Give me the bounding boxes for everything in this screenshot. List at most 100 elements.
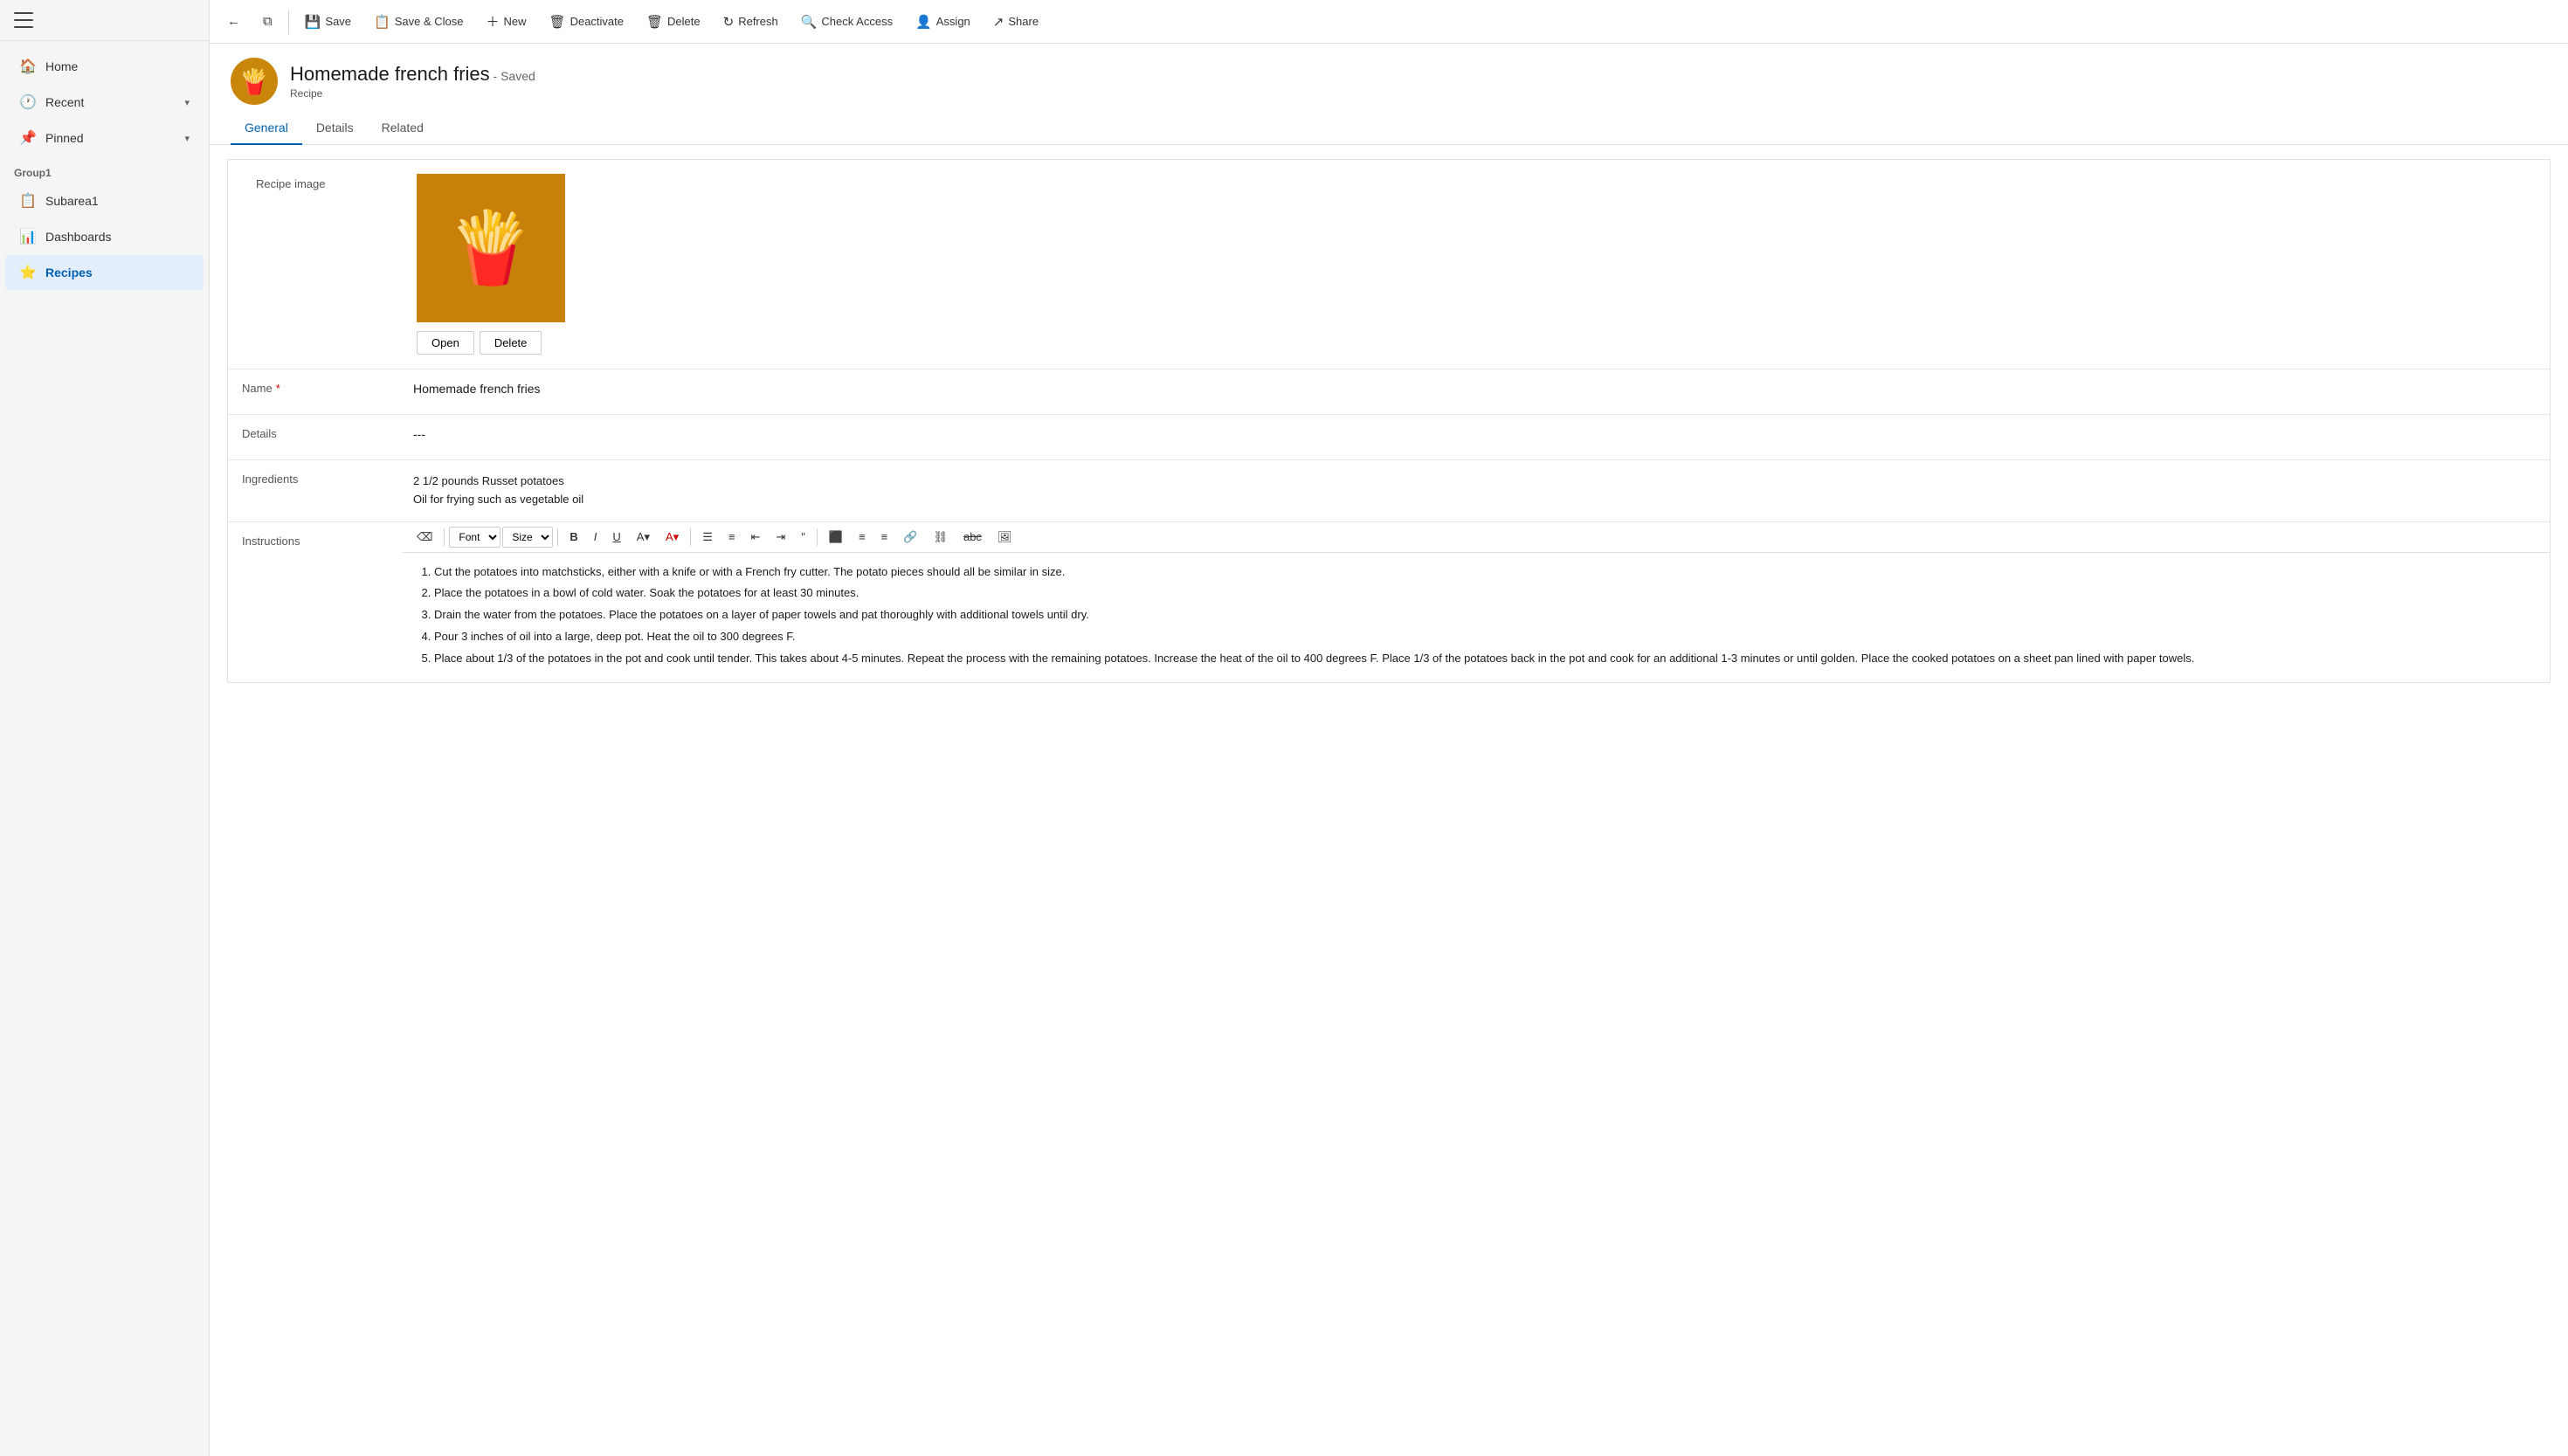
check-access-icon: 🔍 [801,14,818,30]
share-icon: ↗ [993,14,1004,30]
blockquote-button[interactable]: " [794,526,812,548]
align-left-icon: ⬛ [829,530,843,543]
share-button[interactable]: ↗ Share [983,7,1049,37]
link-icon: 🔗 [903,530,917,543]
save-close-label: Save & Close [395,15,464,28]
required-indicator: * [276,382,280,395]
assign-button[interactable]: 👤 Assign [905,7,981,37]
new-button[interactable]: ＋ New [476,5,537,38]
align-left-button[interactable]: ⬛ [822,526,850,549]
share-label: Share [1008,15,1039,28]
record-saved-status: - Saved [494,69,535,83]
sidebar-item-label: Subarea1 [45,194,99,208]
tab-details[interactable]: Details [302,112,368,145]
highlight-icon: A▾ [637,530,650,543]
open-button[interactable]: ⧉ [252,7,283,36]
delete-button[interactable]: 🗑 Delete [636,7,711,37]
dashboard-icon: 📊 [19,228,37,245]
subarea-icon: 📋 [19,192,37,210]
tab-general[interactable]: General [231,112,302,145]
form-section: Recipe image Open Delete Name * Homemade… [227,159,2551,683]
tabs: General Details Related [210,112,2568,145]
toolbar-nav: ← ⧉ [217,7,283,36]
underline-button[interactable]: U [605,526,627,548]
save-label: Save [325,15,351,28]
assign-label: Assign [936,15,970,28]
details-value[interactable]: --- [403,415,2550,453]
open-image-button[interactable]: Open [417,331,474,355]
save-close-button[interactable]: 📋 Save & Close [363,7,473,37]
record-title: Homemade french fries [290,63,490,85]
ingredients-line1: 2 1/2 pounds Russet potatoes [413,473,2539,491]
save-close-icon: 📋 [374,14,390,30]
assign-icon: 👤 [915,14,932,30]
deactivate-label: Deactivate [570,15,624,28]
sidebar-item-home[interactable]: 🏠 Home [5,49,204,84]
open-icon: ⧉ [263,14,273,29]
delete-icon: 🗑 [646,14,663,30]
new-icon: ＋ [487,12,500,31]
text-color-button[interactable]: A▾ [659,526,686,549]
size-select[interactable]: Size [502,527,553,548]
ingredients-value[interactable]: 2 1/2 pounds Russet potatoes Oil for fry… [403,460,2550,521]
sidebar-item-label: Pinned [45,131,84,145]
back-button[interactable]: ← [217,7,251,36]
align-right-button[interactable]: ≡ [874,526,895,548]
sidebar-item-recent[interactable]: 🕐 Recent ▾ [5,85,204,120]
remove-link-button[interactable]: ⛓ [926,526,955,549]
sidebar-nav: 🏠 Home 🕐 Recent ▾ 📌 Pinned ▾ Group1 📋 Su… [0,41,209,298]
record-header: 🍟 Homemade french fries - Saved Recipe [210,44,2568,112]
align-center-button[interactable]: ≡ [852,526,873,548]
decrease-indent-button[interactable]: ⇤ [743,526,767,549]
refresh-button[interactable]: ↻ Refresh [713,7,789,37]
insert-image-button[interactable]: 🖼 [991,526,1019,549]
main-area: ← ⧉ 💾 Save 📋 Save & Close ＋ New 🗑 Deacti… [210,0,2568,1456]
refresh-icon: ↻ [723,14,735,30]
save-button[interactable]: 💾 Save [294,7,362,37]
sidebar-item-recipes[interactable]: ⭐ Recipes [5,255,204,290]
insert-link-button[interactable]: 🔗 [896,526,924,549]
italic-button[interactable]: I [587,526,604,548]
font-select[interactable]: Font [449,527,500,548]
name-row: Name * Homemade french fries [228,369,2550,415]
rte-clear-format-button[interactable]: ⌫ [410,526,439,549]
instruction-2: Place the potatoes in a bowl of cold wat… [434,584,2536,603]
deactivate-button[interactable]: 🗑 Deactivate [539,7,634,37]
instructions-row: Instructions ⌫ Font Size [228,522,2550,682]
record-subtitle: Recipe [290,87,535,100]
hamburger-menu-icon[interactable] [14,12,33,28]
deactivate-icon: 🗑 [549,14,566,30]
bold-button[interactable]: B [563,526,584,548]
image-buttons: Open Delete [417,331,542,355]
sidebar-item-label: Home [45,59,78,73]
check-access-button[interactable]: 🔍 Check Access [790,7,903,37]
bullet-list-button[interactable]: ☰ [695,526,720,549]
delete-image-button[interactable]: Delete [480,331,542,355]
sidebar-item-subarea1[interactable]: 📋 Subarea1 [5,183,204,218]
text-color-icon: A▾ [666,530,679,543]
decrease-indent-icon: ⇤ [750,530,760,543]
align-right-icon: ≡ [881,530,888,543]
toolbar-separator [288,10,289,34]
instructions-content[interactable]: Cut the potatoes into matchsticks, eithe… [403,553,2550,682]
ingredients-row: Ingredients 2 1/2 pounds Russet potatoes… [228,460,2550,522]
chevron-down-icon: ▾ [184,97,190,108]
strikethrough-button[interactable]: abc [956,526,989,548]
sidebar-item-dashboards[interactable]: 📊 Dashboards [5,219,204,254]
instruction-3: Drain the water from the potatoes. Place… [434,606,2536,624]
numbered-list-button[interactable]: ≡ [721,526,742,548]
rte-toolbar: ⌫ Font Size B I U [403,522,2550,553]
numbered-list-icon: ≡ [728,530,735,543]
toolbar: ← ⧉ 💾 Save 📋 Save & Close ＋ New 🗑 Deacti… [210,0,2568,44]
image-label: Recipe image [242,174,417,203]
tab-related[interactable]: Related [368,112,438,145]
pin-icon: 📌 [19,129,37,147]
highlight-button[interactable]: A▾ [630,526,657,549]
name-value[interactable]: Homemade french fries [403,369,2550,408]
increase-indent-icon: ⇥ [776,530,785,543]
instruction-4: Pour 3 inches of oil into a large, deep … [434,628,2536,646]
increase-indent-button[interactable]: ⇥ [769,526,792,549]
recent-icon: 🕐 [19,93,37,111]
sidebar-item-pinned[interactable]: 📌 Pinned ▾ [5,121,204,155]
ingredients-label: Ingredients [228,460,403,498]
